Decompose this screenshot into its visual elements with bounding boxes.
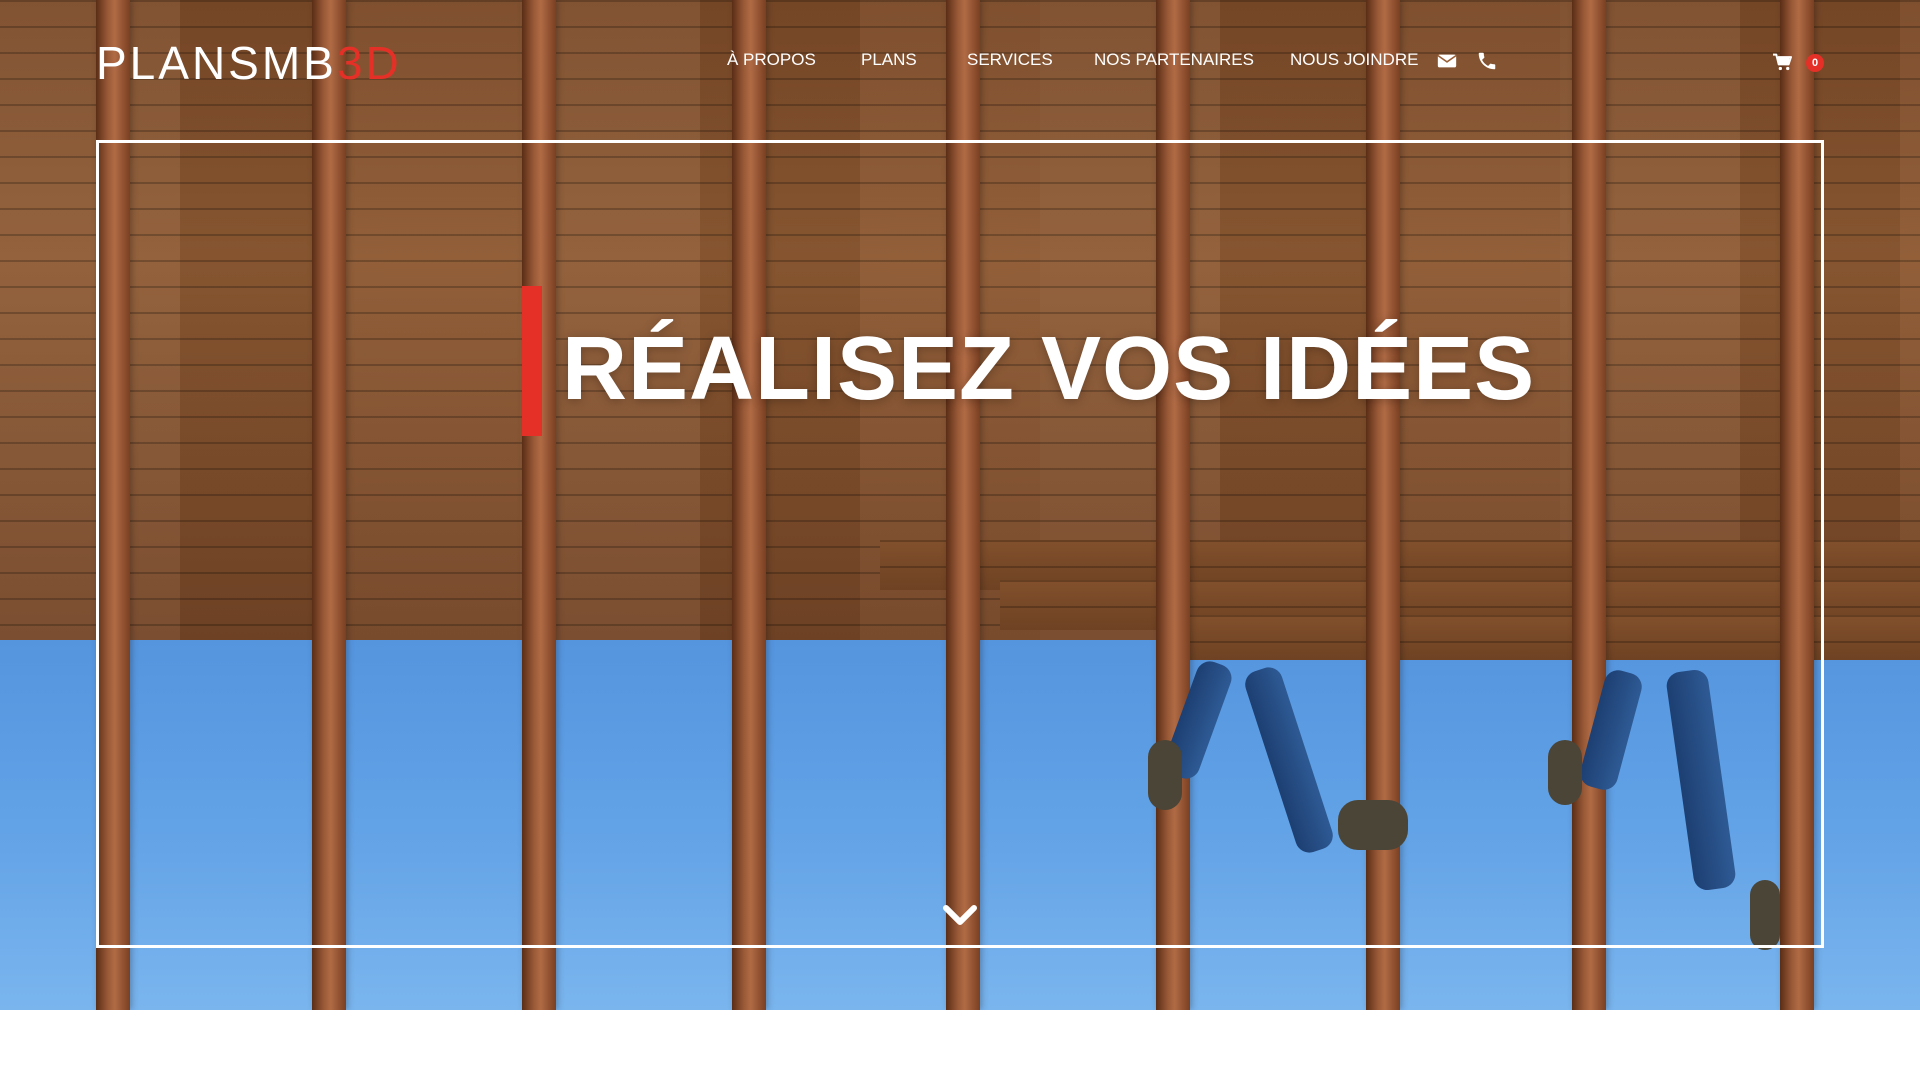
nav-item-plans[interactable]: PLANS <box>861 50 917 70</box>
nav-item-a-propos[interactable]: À PROPOS <box>727 50 816 70</box>
chevron-down-icon[interactable] <box>940 900 980 930</box>
nav-item-nos-partenaires[interactable]: NOS PARTENAIRES <box>1094 50 1254 70</box>
logo-text-accent: 3D <box>336 37 402 89</box>
nav-item-services[interactable]: SERVICES <box>967 50 1053 70</box>
logo-text: PLANSMB <box>96 37 337 89</box>
phone-icon[interactable] <box>1476 50 1498 72</box>
cart-count-badge: 0 <box>1806 54 1824 72</box>
site-logo[interactable]: PLANSMB 3D <box>96 37 402 89</box>
hero-headline: RÉALISEZ VOS IDÉES <box>562 319 1536 419</box>
cart-icon[interactable] <box>1772 53 1792 71</box>
nav-item-nous-joindre[interactable]: NOUS JOINDRE <box>1290 50 1418 70</box>
headline-accent-bar <box>522 286 542 436</box>
envelope-icon[interactable] <box>1436 50 1458 72</box>
hero-frame <box>96 140 1824 948</box>
